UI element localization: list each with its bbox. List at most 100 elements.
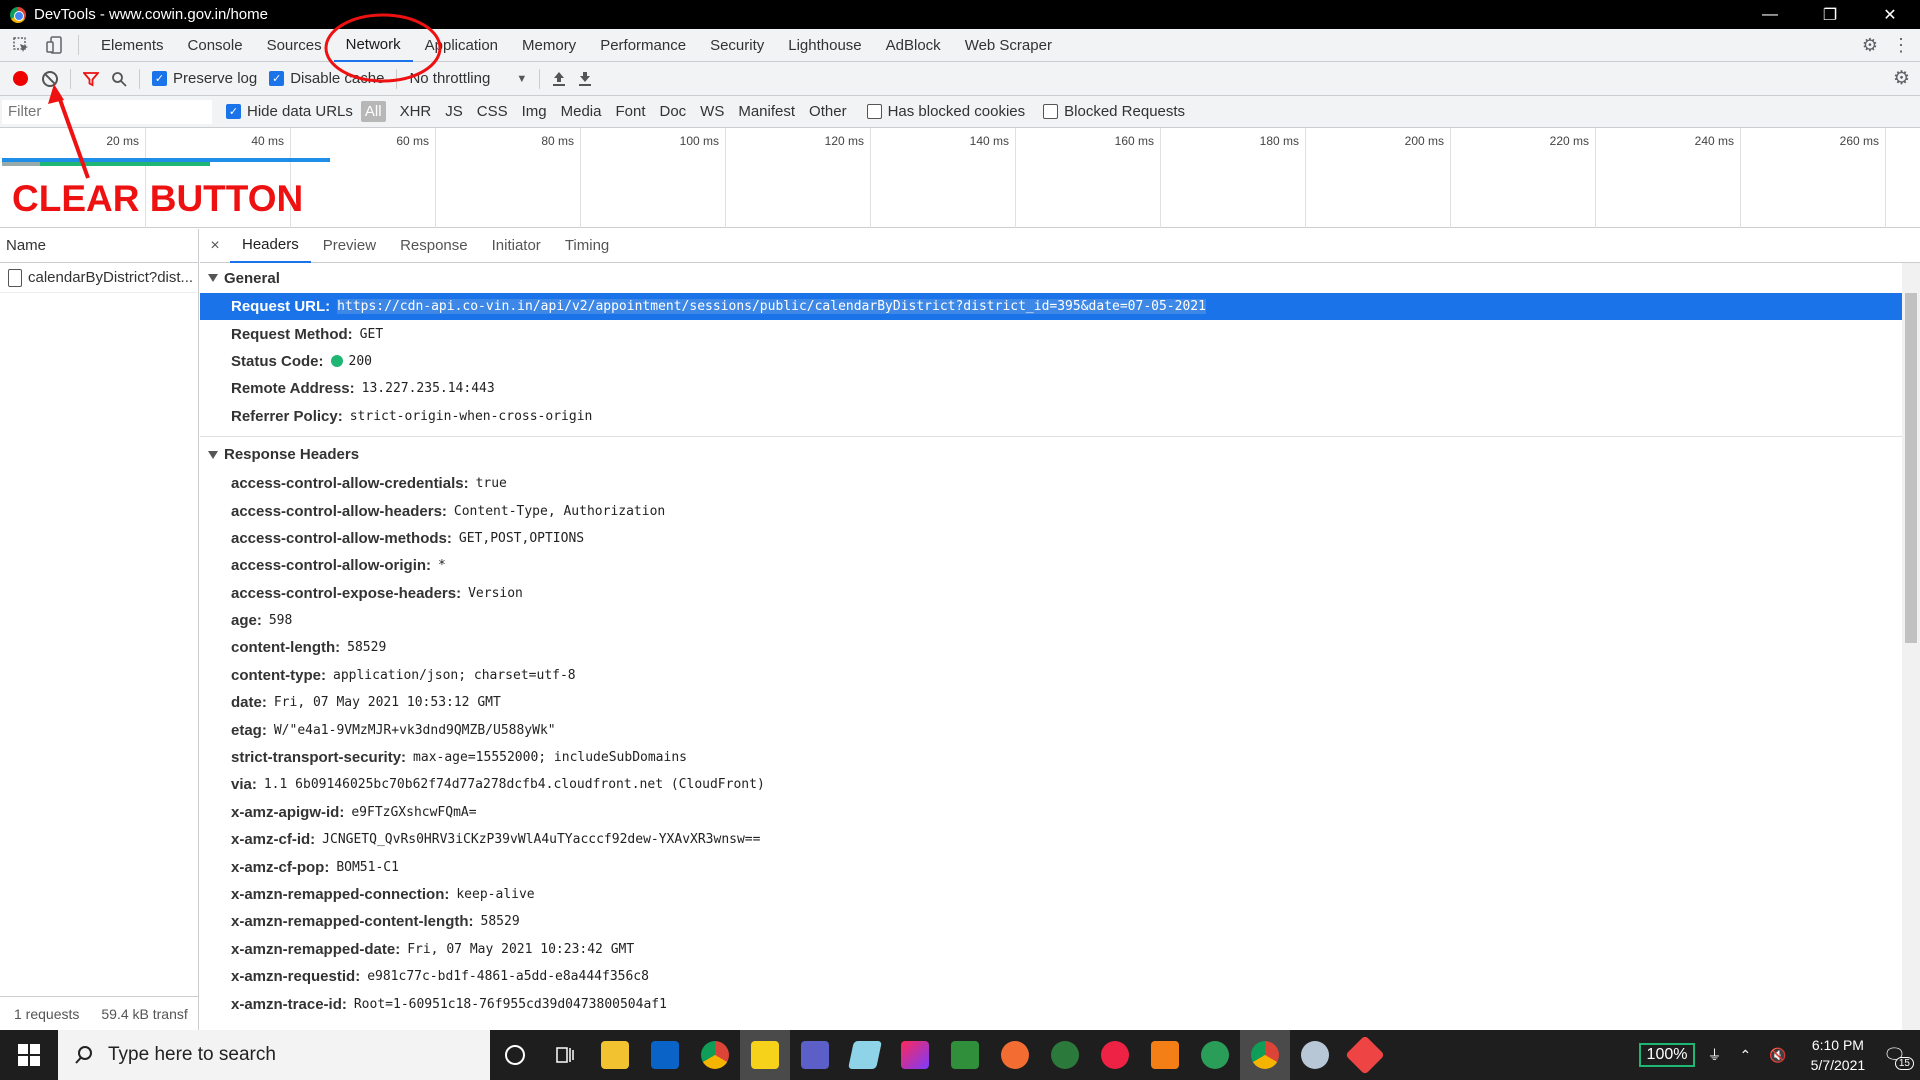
header-row[interactable]: x-amz-cf-id: JCNGETQ_QvRs0HRV3iCKzP39vWlA…	[200, 826, 1920, 853]
record-button[interactable]	[13, 71, 28, 86]
export-har-icon[interactable]	[578, 71, 592, 87]
teams-icon[interactable]	[790, 1030, 840, 1080]
tab-performance[interactable]: Performance	[588, 29, 698, 62]
filter-icon[interactable]	[83, 71, 99, 87]
header-row[interactable]: Status Code: 200	[200, 348, 1920, 375]
header-row[interactable]: access-control-allow-methods: GET,POST,OP…	[200, 525, 1920, 552]
response-headers-section-header[interactable]: Response Headers	[200, 440, 1920, 470]
header-row[interactable]: content-type: application/json; charset=u…	[200, 662, 1920, 689]
filter-type-other[interactable]: Other	[809, 103, 847, 120]
start-button[interactable]	[0, 1030, 58, 1080]
disable-cache-checkbox[interactable]: ✓ Disable cache	[269, 70, 384, 87]
header-row[interactable]: content-length: 58529	[200, 634, 1920, 661]
filter-type-doc[interactable]: Doc	[659, 103, 686, 120]
close-detail-button[interactable]: ×	[200, 237, 230, 255]
header-row[interactable]: x-amz-apigw-id: e9FTzGXshcwFQmA=	[200, 799, 1920, 826]
filter-type-all[interactable]: All	[360, 101, 386, 122]
header-row[interactable]: x-amzn-requestid: e981c77c-bd1f-4861-a5dd…	[200, 963, 1920, 990]
restore-button[interactable]: ❐	[1800, 0, 1860, 29]
filter-type-css[interactable]: CSS	[477, 103, 508, 120]
header-row[interactable]: x-amzn-trace-id: Root=1-60951c18-76f955cd…	[200, 990, 1920, 1017]
detail-tab-response[interactable]: Response	[388, 229, 480, 263]
git-app-icon[interactable]	[1340, 1030, 1390, 1080]
cortana-icon[interactable]	[490, 1030, 540, 1080]
has-blocked-cookies-checkbox[interactable]: Has blocked cookies	[866, 103, 1025, 120]
filter-type-manifest[interactable]: Manifest	[738, 103, 795, 120]
header-row[interactable]: access-control-allow-credentials: true	[200, 470, 1920, 497]
header-row[interactable]: Remote Address: 13.227.235.14:443	[200, 375, 1920, 402]
sticky-notes-icon[interactable]	[740, 1030, 790, 1080]
swift-icon[interactable]	[990, 1030, 1040, 1080]
header-row[interactable]: age: 598	[200, 607, 1920, 634]
tab-security[interactable]: Security	[698, 29, 776, 62]
tab-sources[interactable]: Sources	[255, 29, 334, 62]
file-explorer-icon[interactable]	[590, 1030, 640, 1080]
name-column-header[interactable]: Name	[0, 229, 198, 263]
filter-type-media[interactable]: Media	[561, 103, 602, 120]
header-row[interactable]: access-control-allow-origin: *	[200, 552, 1920, 579]
tab-network[interactable]: Network	[333, 29, 413, 62]
detail-tab-timing[interactable]: Timing	[553, 229, 621, 263]
tab-lighthouse[interactable]: Lighthouse	[776, 29, 873, 62]
detail-tab-preview[interactable]: Preview	[311, 229, 388, 263]
rocket-app-icon[interactable]	[1040, 1030, 1090, 1080]
tab-adblock[interactable]: AdBlock	[874, 29, 953, 62]
more-options-icon[interactable]: ⋮	[1892, 35, 1910, 56]
power-plug-icon[interactable]: ⏚	[1707, 1045, 1721, 1065]
task-view-icon[interactable]	[540, 1030, 590, 1080]
taskbar-search[interactable]: Type here to search	[58, 1030, 490, 1080]
header-row[interactable]: etag: W/"e4a1-9VMzMJR+vk3dnd9QMZB/U588yWk…	[200, 716, 1920, 743]
settings-gear-icon[interactable]: ⚙	[1862, 35, 1878, 56]
clock[interactable]: 6:10 PM 5/7/2021	[1811, 1035, 1866, 1075]
todo-app-icon[interactable]	[1140, 1030, 1190, 1080]
detail-scrollbar[interactable]	[1902, 263, 1920, 1030]
volume-muted-icon[interactable]: 🔇	[1769, 1047, 1786, 1064]
scrollbar-thumb[interactable]	[1905, 293, 1917, 643]
request-row[interactable]: calendarByDistrict?dist...	[0, 263, 198, 293]
detail-tab-initiator[interactable]: Initiator	[480, 229, 553, 263]
tab-console[interactable]: Console	[176, 29, 255, 62]
paint-palette-icon[interactable]	[1290, 1030, 1340, 1080]
header-row[interactable]: Referrer Policy: strict-origin-when-cross…	[200, 403, 1920, 430]
filter-input[interactable]	[2, 99, 212, 124]
header-row[interactable]: via: 1.1 6b09146025bc70b62f74d77a278dcfb4…	[200, 771, 1920, 798]
notebook-icon[interactable]	[840, 1030, 890, 1080]
blocked-requests-checkbox[interactable]: Blocked Requests	[1043, 103, 1185, 120]
filter-type-img[interactable]: Img	[522, 103, 547, 120]
search-icon[interactable]	[111, 71, 127, 87]
excel-style-icon[interactable]	[940, 1030, 990, 1080]
inspect-element-icon[interactable]	[8, 32, 34, 58]
intellij-icon[interactable]	[890, 1030, 940, 1080]
throttling-select[interactable]: No throttling ▼	[409, 70, 527, 87]
preserve-log-checkbox[interactable]: ✓ Preserve log	[152, 70, 257, 87]
filter-type-font[interactable]: Font	[615, 103, 645, 120]
header-row[interactable]: x-amzn-remapped-date: Fri, 07 May 2021 10…	[200, 936, 1920, 963]
globe-app-icon[interactable]	[1190, 1030, 1240, 1080]
battery-indicator[interactable]: 100%	[1638, 1043, 1696, 1067]
minimize-button[interactable]: —	[1740, 0, 1800, 29]
header-row[interactable]: x-amzn-remapped-content-length: 58529	[200, 908, 1920, 935]
tab-web-scraper[interactable]: Web Scraper	[953, 29, 1064, 62]
clear-button[interactable]	[42, 70, 58, 87]
tab-elements[interactable]: Elements	[89, 29, 176, 62]
paint-app-icon[interactable]	[1090, 1030, 1140, 1080]
hide-data-urls-checkbox[interactable]: ✓ Hide data URLs	[226, 103, 353, 120]
notifications-icon[interactable]: 🗨 15	[1883, 1045, 1914, 1070]
header-row[interactable]: x-amzn-remapped-connection: keep-alive	[200, 881, 1920, 908]
device-toolbar-icon[interactable]	[42, 32, 68, 58]
chrome-taskbar-icon[interactable]	[690, 1030, 740, 1080]
header-row[interactable]: x-amz-cf-pop: BOM51-C1	[200, 853, 1920, 880]
tab-memory[interactable]: Memory	[510, 29, 588, 62]
import-har-icon[interactable]	[552, 71, 566, 87]
header-row[interactable]: date: Fri, 07 May 2021 10:53:12 GMT	[200, 689, 1920, 716]
header-row[interactable]: Request URL: https://cdn-api.co-vin.in/ap…	[200, 293, 1902, 321]
header-row[interactable]: access-control-expose-headers: Version	[200, 580, 1920, 607]
network-settings-gear-icon[interactable]: ⚙	[1893, 67, 1910, 90]
filter-type-xhr[interactable]: XHR	[400, 103, 432, 120]
header-row[interactable]: access-control-allow-headers: Content-Typ…	[200, 497, 1920, 524]
detail-tab-headers[interactable]: Headers	[230, 229, 311, 263]
close-button[interactable]: ✕	[1860, 0, 1920, 29]
filter-type-ws[interactable]: WS	[700, 103, 724, 120]
chevron-up-icon[interactable]: ⌃	[1739, 1047, 1751, 1064]
filter-type-js[interactable]: JS	[445, 103, 463, 120]
